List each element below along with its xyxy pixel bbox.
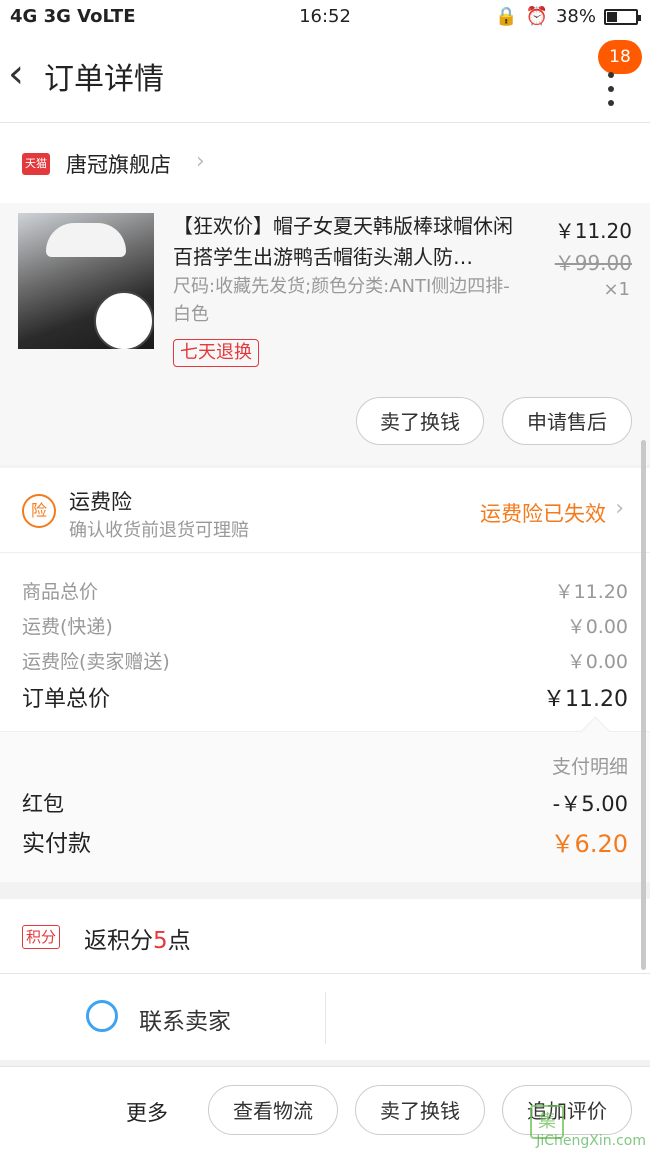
scrollbar[interactable] xyxy=(641,440,646,970)
watermark-text: JiChengXin.com xyxy=(536,1133,646,1149)
points-prefix: 返积分 xyxy=(84,928,153,954)
payment-details: 支付明细 红包 -￥5.00 实付款 ￥6.20 xyxy=(0,716,650,882)
summary-label: 商品总价 xyxy=(22,581,99,603)
status-bar: 4G 3G VoLTE 16:52 🔒 ⏰ 38% xyxy=(0,0,650,34)
points-amount: 5 xyxy=(153,928,168,954)
paid-label: 实付款 xyxy=(22,831,91,857)
chat-face-icon[interactable] xyxy=(86,1000,118,1032)
insurance-subtitle: 确认收货前退货可理赔 xyxy=(69,520,249,541)
product-item[interactable]: 【狂欢价】帽子女夏天韩版棒球帽休闲百搭学生出游鸭舌帽街头潮人防… 尺码:收藏先发… xyxy=(0,203,650,465)
page-title: 订单详情 xyxy=(44,62,164,97)
tmall-logo-icon: 天猫 xyxy=(22,153,50,175)
order-total-row: 订单总价 ￥11.20 xyxy=(22,681,628,713)
return-policy-tag: 七天退换 xyxy=(173,339,259,367)
shipping-insurance[interactable]: 险 运费险 确认收货前退货可理赔 运费险已失效 › xyxy=(0,468,650,553)
contact-seller-row: 联系卖家 xyxy=(0,974,650,1060)
summary-value: ￥0.00 xyxy=(566,651,628,673)
add-review-button[interactable]: 追加评价 xyxy=(502,1085,632,1135)
order-total-label: 订单总价 xyxy=(22,687,111,712)
top-navbar: ‹ 订单详情 18 xyxy=(0,34,650,123)
shop-name[interactable]: 唐冠旗舰店 xyxy=(66,149,171,179)
order-total-value: ￥11.20 xyxy=(543,687,628,712)
sell-for-cash-button[interactable]: 卖了换钱 xyxy=(355,1085,485,1135)
shop-header[interactable]: 天猫 唐冠旗舰店 › xyxy=(0,123,650,203)
insurance-title: 运费险 xyxy=(69,490,132,514)
chevron-right-icon: › xyxy=(196,149,205,174)
summary-value: ￥11.20 xyxy=(554,581,628,603)
points-tag: 积分 xyxy=(22,925,61,949)
summary-label: 运费(快递) xyxy=(22,616,113,638)
sell-for-cash-button[interactable]: 卖了换钱 xyxy=(356,397,484,445)
more-vertical-icon[interactable] xyxy=(608,72,616,114)
lock-icon: 🔒 xyxy=(495,6,518,27)
product-quantity: ×1 xyxy=(603,279,630,300)
summary-row: 运费(快递) ￥0.00 xyxy=(22,612,628,639)
points-suffix: 点 xyxy=(167,928,191,954)
points-text: 返积分5点 xyxy=(84,921,191,955)
original-price: ￥99.00 xyxy=(554,251,632,275)
paid-row: 实付款 ￥6.20 xyxy=(22,824,628,858)
redpacket-row: 红包 -￥5.00 xyxy=(22,788,628,818)
insurance-status[interactable]: 运费险已失效 xyxy=(480,498,606,528)
summary-value: ￥0.00 xyxy=(566,616,628,638)
after-sales-button[interactable]: 申请售后 xyxy=(502,397,632,445)
price-summary: 商品总价 ￥11.20 运费(快递) ￥0.00 运费险(卖家赠送) ￥0.00… xyxy=(0,553,650,731)
contact-seller-button[interactable]: 联系卖家 xyxy=(139,1002,231,1036)
product-attributes: 尺码:收藏先发货;颜色分类:ANTI侧边四排-白色 xyxy=(173,276,510,325)
battery-percent: 38% xyxy=(555,6,596,27)
paid-value: ￥6.20 xyxy=(550,830,628,858)
message-badge[interactable]: 18 xyxy=(598,40,642,74)
insurance-icon: 险 xyxy=(22,494,56,528)
more-button[interactable]: 更多 xyxy=(126,1097,168,1127)
product-image[interactable] xyxy=(18,213,154,349)
redpacket-label: 红包 xyxy=(22,792,64,816)
summary-row: 运费险(卖家赠送) ￥0.00 xyxy=(22,647,628,674)
product-title[interactable]: 【狂欢价】帽子女夏天韩版棒球帽休闲百搭学生出游鸭舌帽街头潮人防… xyxy=(173,211,525,273)
summary-row: 商品总价 ￥11.20 xyxy=(22,577,628,604)
chevron-right-icon: › xyxy=(615,496,624,521)
payment-detail-label: 支付明细 xyxy=(551,756,628,778)
redpacket-value: -￥5.00 xyxy=(552,792,628,816)
chevron-left-icon[interactable]: ‹ xyxy=(8,54,24,94)
summary-label: 运费险(卖家赠送) xyxy=(22,651,170,673)
status-right: 🔒 ⏰ 38% xyxy=(495,6,641,27)
view-logistics-button[interactable]: 查看物流 xyxy=(208,1085,338,1135)
alarm-icon: ⏰ xyxy=(525,6,548,27)
points-row: 积分 返积分5点 xyxy=(0,899,650,974)
product-price: ￥11.20 xyxy=(554,219,632,243)
divider xyxy=(325,992,326,1044)
battery-icon xyxy=(604,8,641,25)
